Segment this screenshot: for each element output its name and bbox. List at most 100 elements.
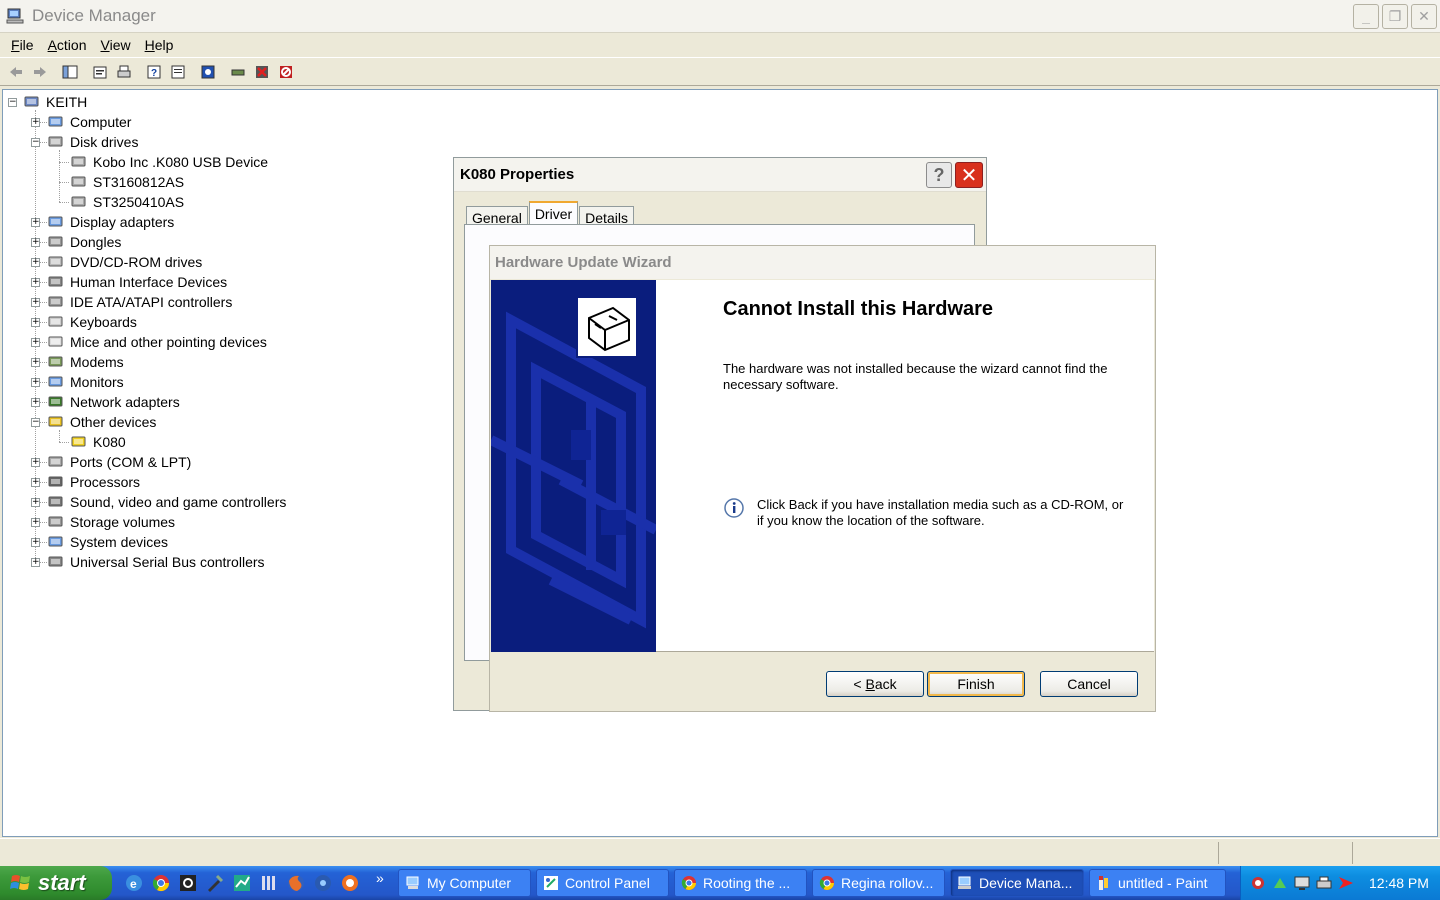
menu-action[interactable]: Action: [41, 37, 94, 53]
task-paint[interactable]: untitled - Paint: [1089, 869, 1226, 897]
tree-item-display-adapters[interactable]: Display adapters: [47, 212, 174, 232]
library-icon[interactable]: [259, 873, 279, 893]
collapse-toggle[interactable]: −: [31, 418, 40, 427]
expand-toggle[interactable]: +: [31, 278, 40, 287]
quick-launch-more[interactable]: »: [376, 870, 384, 886]
tree-item-sound-video-and-game-controllers[interactable]: Sound, video and game controllers: [47, 492, 286, 512]
tree-item-st3160812as[interactable]: ST3160812AS: [70, 172, 184, 192]
expand-toggle[interactable]: +: [31, 558, 40, 567]
tree-label: Mice and other pointing devices: [70, 334, 267, 350]
tree-item-processors[interactable]: Processors: [47, 472, 140, 492]
start-button[interactable]: start: [0, 866, 112, 900]
tree-item-dvd-cd-rom-drives[interactable]: DVD/CD-ROM drives: [47, 252, 202, 272]
help-button[interactable]: ?: [144, 62, 164, 82]
expand-toggle[interactable]: +: [31, 458, 40, 467]
tree-item-dongles[interactable]: Dongles: [47, 232, 121, 252]
cancel-button[interactable]: Cancel: [1040, 671, 1138, 697]
back-button[interactable]: [6, 62, 26, 82]
taskbar: start e » My Computer Control Panel Root…: [0, 866, 1440, 900]
expand-toggle[interactable]: +: [31, 538, 40, 547]
task-control-panel[interactable]: Control Panel: [536, 869, 669, 897]
tree-item-universal-serial-bus-controllers-icon: [48, 556, 63, 567]
task-regina[interactable]: Regina rollov...: [812, 869, 945, 897]
expand-toggle[interactable]: +: [31, 318, 40, 327]
tree-item-keyboards[interactable]: Keyboards: [47, 312, 137, 332]
tree-item-monitors[interactable]: Monitors: [47, 372, 124, 392]
tree-item-modems[interactable]: Modems: [47, 352, 124, 372]
tree-item-st3250410as[interactable]: ST3250410AS: [70, 192, 184, 212]
tree-item-human-interface-devices[interactable]: Human Interface Devices: [47, 272, 227, 292]
network-tray-icon[interactable]: [1249, 874, 1267, 892]
app-icon[interactable]: [178, 873, 198, 893]
task-my-computer[interactable]: My Computer: [398, 869, 531, 897]
maximize-button[interactable]: ❐: [1382, 4, 1408, 29]
red-arrow-tray-icon[interactable]: [1337, 874, 1355, 892]
print-button[interactable]: [114, 62, 134, 82]
tree-item-storage-volumes[interactable]: Storage volumes: [47, 512, 175, 532]
tree-item-k080[interactable]: K080: [70, 432, 126, 452]
tool-icon[interactable]: [205, 873, 225, 893]
safely-remove-tray-icon[interactable]: [1271, 874, 1289, 892]
expand-toggle[interactable]: +: [31, 218, 40, 227]
update-driver-button[interactable]: [228, 62, 248, 82]
tree-item-ports-com-lpt[interactable]: Ports (COM & LPT): [47, 452, 191, 472]
help-button[interactable]: ?: [926, 162, 952, 188]
menu-help[interactable]: Help: [138, 37, 181, 53]
back-button[interactable]: < Back: [826, 671, 924, 697]
chrome-icon[interactable]: [151, 873, 171, 893]
expand-toggle[interactable]: +: [31, 498, 40, 507]
vlc-icon[interactable]: [340, 873, 360, 893]
expand-toggle[interactable]: +: [31, 258, 40, 267]
toolbar: ?: [0, 57, 1440, 86]
scan-hardware-button[interactable]: [198, 62, 218, 82]
arrow-left-icon: [10, 66, 22, 77]
export-list-button[interactable]: [168, 62, 188, 82]
chart-app-icon[interactable]: [232, 873, 252, 893]
minimize-button[interactable]: _: [1353, 4, 1379, 29]
tree-item-system-devices[interactable]: System devices: [47, 532, 168, 552]
expand-toggle[interactable]: +: [31, 338, 40, 347]
tree-root[interactable]: KEITH: [23, 92, 87, 112]
expand-toggle[interactable]: +: [31, 238, 40, 247]
properties-close-button[interactable]: ✕: [955, 162, 983, 188]
task-device-manager[interactable]: Device Mana...: [950, 869, 1084, 897]
finish-button[interactable]: Finish: [927, 671, 1025, 697]
expand-toggle[interactable]: +: [31, 398, 40, 407]
expand-toggle[interactable]: +: [31, 118, 40, 127]
windows-logo-icon: [10, 875, 30, 890]
tree-item-disk-drives[interactable]: Disk drives: [47, 132, 138, 152]
firefox-icon[interactable]: [286, 873, 306, 893]
tree-item-mice-and-other-pointing-devices[interactable]: Mice and other pointing devices: [47, 332, 267, 352]
disable-button[interactable]: [276, 62, 296, 82]
hardware-update-wizard: Hardware Update Wizard Cannot Install th…: [489, 245, 1156, 712]
expand-toggle[interactable]: +: [31, 358, 40, 367]
media-icon[interactable]: [313, 873, 333, 893]
tree-item-ide-ata-atapi-controllers[interactable]: IDE ATA/ATAPI controllers: [47, 292, 232, 312]
expand-toggle[interactable]: +: [31, 478, 40, 487]
tree-item-other-devices[interactable]: Other devices: [47, 412, 156, 432]
tree-item-kobo-inc-k080-usb-device[interactable]: Kobo Inc .K080 USB Device: [70, 152, 268, 172]
menu-file[interactable]: File: [4, 37, 41, 53]
tree-label: Network adapters: [70, 394, 180, 410]
menu-view[interactable]: View: [94, 37, 138, 53]
tree-item-computer[interactable]: Computer: [47, 112, 131, 132]
expand-toggle[interactable]: +: [31, 298, 40, 307]
tree-item-universal-serial-bus-controllers[interactable]: Universal Serial Bus controllers: [47, 552, 265, 572]
printer-tray-icon[interactable]: [1315, 874, 1333, 892]
collapse-toggle[interactable]: −: [31, 138, 40, 147]
tree-label: Dongles: [70, 234, 122, 250]
display-tray-icon[interactable]: [1293, 874, 1311, 892]
task-rooting[interactable]: Rooting the ...: [674, 869, 807, 897]
expand-toggle[interactable]: +: [31, 518, 40, 527]
uninstall-button[interactable]: [252, 62, 272, 82]
show-hide-tree-button[interactable]: [60, 62, 80, 82]
collapse-toggle[interactable]: −: [8, 98, 17, 107]
system-tray: 12:48 PM: [1240, 866, 1440, 900]
expand-toggle[interactable]: +: [31, 378, 40, 387]
properties-button[interactable]: [90, 62, 110, 82]
clock[interactable]: 12:48 PM: [1369, 875, 1429, 891]
forward-button[interactable]: [30, 62, 50, 82]
close-button[interactable]: ✕: [1411, 4, 1437, 29]
ie-icon[interactable]: e: [124, 873, 144, 893]
tree-item-network-adapters[interactable]: Network adapters: [47, 392, 180, 412]
